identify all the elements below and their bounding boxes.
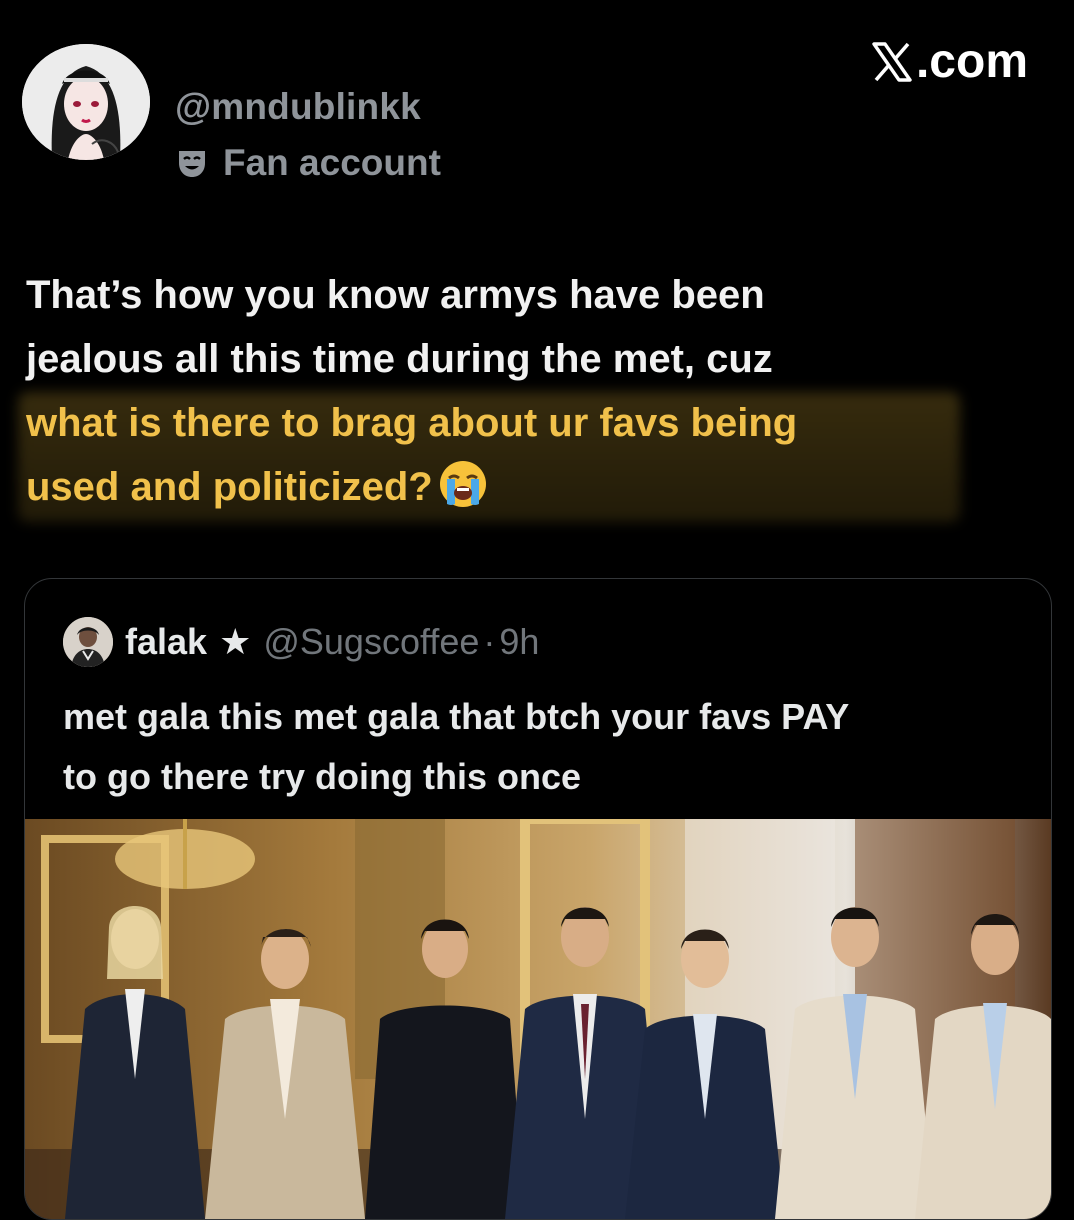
quoted-author-handle[interactable]: @Sugscoffee (263, 621, 479, 663)
author-avatar[interactable] (22, 44, 150, 160)
author-handle[interactable]: @mndublinkk (175, 86, 421, 128)
quoted-timestamp[interactable]: 9h (499, 621, 539, 663)
quoted-media-photo[interactable] (25, 814, 1051, 1219)
group-photo-image (25, 814, 1051, 1219)
brand-text: .com (915, 35, 1028, 88)
account-label-text: Fan account (223, 142, 441, 183)
quoted-line: to go there try doing this once (63, 756, 582, 797)
tweet-highlighted-line: what is there to brag about ur favs bein… (26, 401, 798, 445)
tweet-text: That’s how you know armys have been jeal… (26, 263, 1046, 519)
meta-separator: · (483, 621, 496, 662)
star-icon: ★ (219, 621, 252, 662)
tweet-line: jealous all this time during the met, cu… (26, 337, 773, 381)
anime-girl-avatar-icon (22, 44, 150, 160)
quoted-line: met gala this met gala that btch your fa… (63, 696, 850, 737)
quoted-tweet-header: falak ★ @Sugscoffee · 9h (63, 617, 539, 667)
quoted-author-avatar[interactable] (63, 617, 113, 667)
x-logo-icon (872, 41, 912, 82)
theater-mask-icon (179, 151, 205, 177)
person-avatar-icon (63, 617, 113, 667)
quoted-author-name[interactable]: falak (125, 621, 207, 663)
brand-watermark: .com (870, 34, 1028, 89)
tweet-line: That’s how you know armys have been (26, 273, 765, 317)
quoted-tweet[interactable]: falak ★ @Sugscoffee · 9h met gala this m… (24, 578, 1052, 1220)
loudly-crying-face-emoji-icon (439, 461, 486, 507)
account-label: Fan account (175, 140, 441, 186)
quoted-tweet-text: met gala this met gala that btch your fa… (63, 687, 1033, 807)
tweet-highlighted-line: used and politicized? (26, 465, 433, 509)
tweet-highlighted-line-wrap: used and politicized? (26, 455, 1046, 519)
